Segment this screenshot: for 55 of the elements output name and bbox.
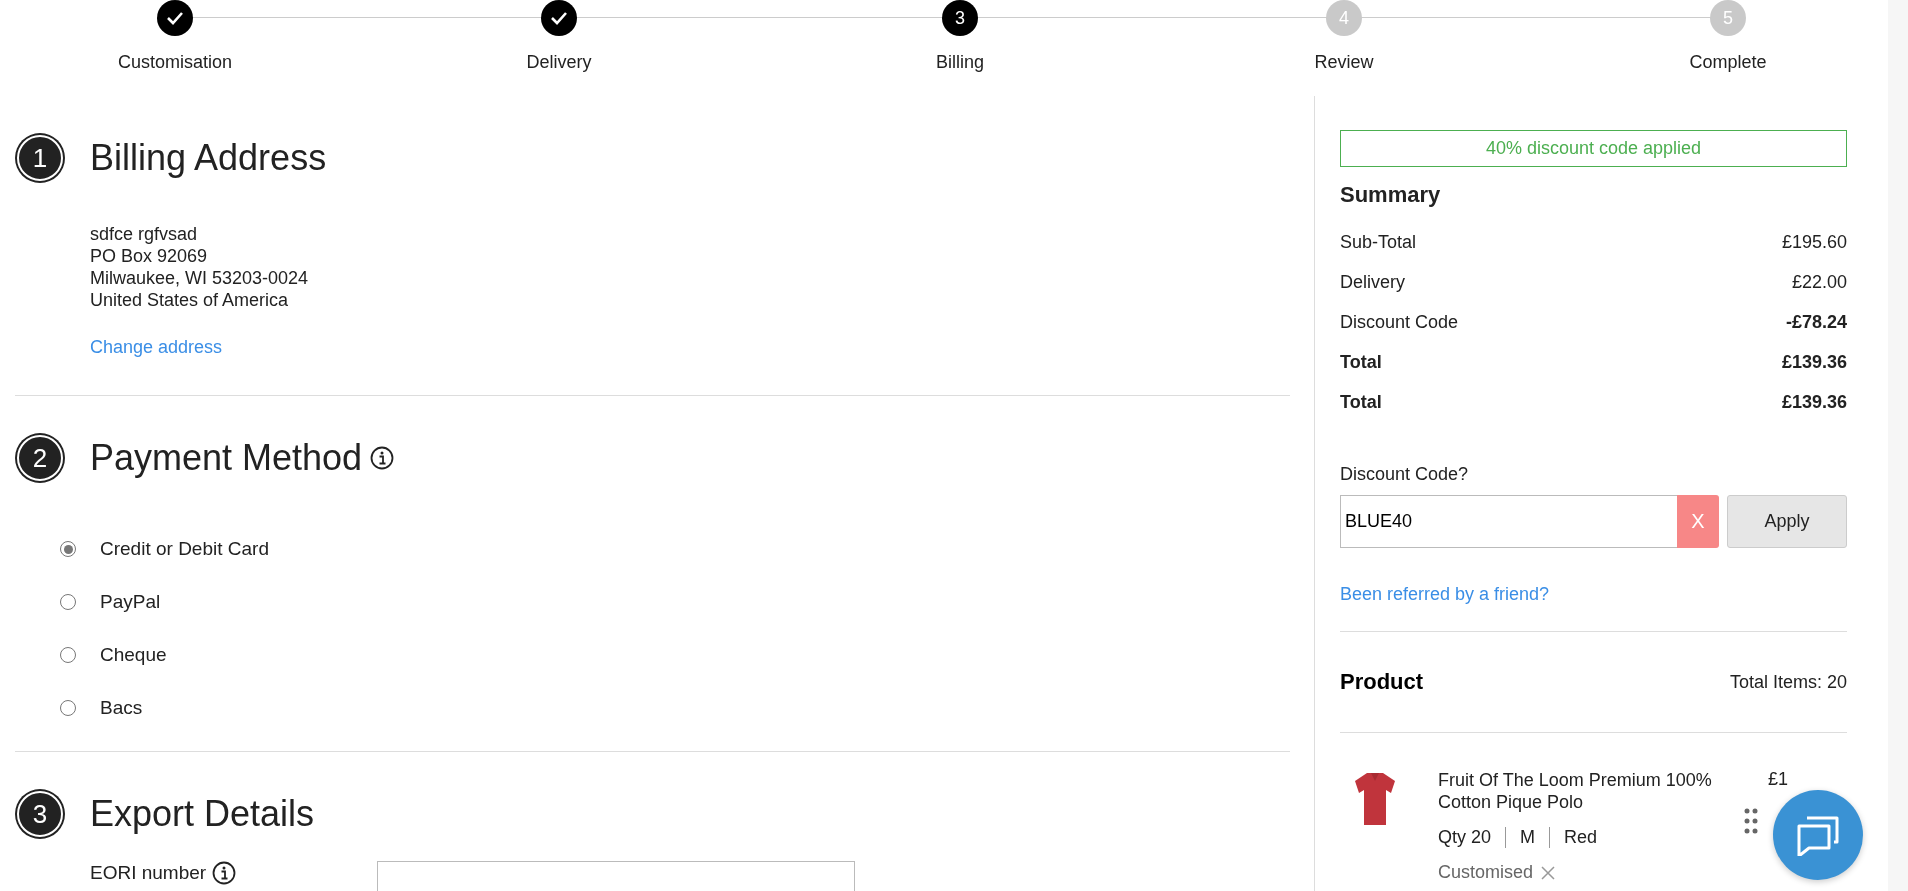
product-name: Fruit Of The Loom Premium 100% Cotton Pique Polo — [1438, 769, 1713, 813]
section-title: Payment Method — [90, 437, 363, 479]
chat-icon — [1795, 814, 1841, 856]
payment-option[interactable]: PayPal — [60, 591, 1314, 613]
discount-label: Discount Code? — [1340, 464, 1470, 485]
section-title: Billing Address — [90, 137, 327, 179]
step-label: Review — [1314, 52, 1374, 73]
summary-value: -£78.24 — [1785, 311, 1847, 333]
total-items: Total Items: 20 — [1729, 671, 1847, 693]
section-number: 3 — [17, 791, 63, 837]
payment-option[interactable]: Bacs — [60, 697, 1314, 719]
step-label: Billing — [936, 52, 984, 73]
address-line: Milwaukee, WI 53203-0024 — [90, 267, 309, 289]
close-icon[interactable] — [1541, 865, 1556, 880]
product-price: £1 — [1768, 769, 1789, 790]
summary-value: £22.00 — [1791, 271, 1847, 293]
discount-code-field[interactable]: BLUE40 — [1340, 495, 1677, 548]
summary-value: £195.60 — [1781, 231, 1847, 253]
summary-label: Discount Code — [1340, 311, 1459, 333]
polo-shirt-icon — [1353, 771, 1397, 827]
input-field[interactable] — [377, 861, 855, 891]
address-line: sdfce rgfvsad — [90, 223, 198, 245]
payment-option[interactable]: Cheque — [60, 644, 1314, 666]
change-address-link[interactable]: Change address — [90, 337, 223, 358]
summary-label: Total — [1340, 351, 1382, 373]
summary-value: £139.36 — [1781, 391, 1847, 413]
section-number: 2 — [17, 435, 63, 481]
step-label: Customisation — [117, 52, 232, 73]
step-label: Complete — [1689, 52, 1767, 73]
apply-button[interactable]: Apply — [1727, 495, 1847, 548]
info-icon — [370, 446, 395, 470]
summary-title: Summary — [1340, 182, 1442, 208]
product-colour: Red — [1549, 827, 1598, 848]
check-icon — [166, 11, 184, 25]
step-label: Delivery — [526, 52, 592, 73]
address-line: PO Box 92069 — [90, 245, 208, 267]
address-line: United States of America — [90, 289, 289, 311]
summary-label: Total — [1340, 391, 1382, 413]
product-quantity: Qty 20 — [1438, 827, 1492, 848]
summary-label: Delivery — [1340, 271, 1405, 293]
payment-option[interactable]: Credit or Debit Card — [60, 538, 1314, 560]
section-title: Export Details — [90, 793, 315, 835]
summary-label: Sub-Total — [1340, 231, 1417, 253]
product-heading: Product — [1340, 669, 1424, 695]
step-circle: 3 — [942, 0, 978, 36]
discount-notice: 40% discount code applied — [1340, 130, 1847, 167]
info-icon — [212, 861, 237, 885]
chat-button[interactable] — [1773, 790, 1863, 880]
drag-handle-icon[interactable] — [1744, 808, 1758, 834]
field-label: EORI number — [90, 862, 207, 884]
summary-value: £139.36 — [1781, 351, 1847, 373]
product-size: M — [1505, 827, 1536, 848]
customised-tag: Customised — [1438, 862, 1534, 883]
check-icon — [550, 11, 568, 25]
section-number: 1 — [17, 135, 63, 181]
